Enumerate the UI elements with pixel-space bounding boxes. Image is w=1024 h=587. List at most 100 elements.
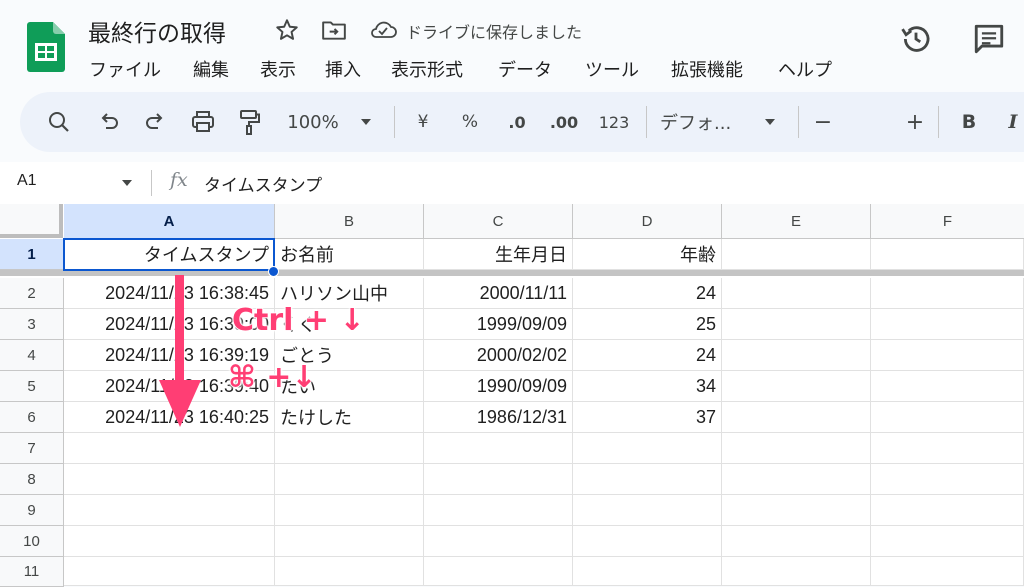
increase-font-size-button[interactable]: + xyxy=(902,92,928,152)
formula-input[interactable]: タイムスタンプ xyxy=(204,171,322,196)
cell-f6[interactable] xyxy=(871,402,1024,433)
cell-c4[interactable]: 2000/02/02 xyxy=(424,340,573,371)
row-header-5[interactable]: 5 xyxy=(0,371,64,402)
cell-e2[interactable] xyxy=(722,278,871,309)
cell-c6[interactable]: 1986/12/31 xyxy=(424,402,573,433)
comments-icon[interactable] xyxy=(972,22,1006,56)
search-menus-icon[interactable] xyxy=(44,92,74,152)
cell-e8[interactable] xyxy=(722,464,871,495)
zoom-select[interactable]: 100% xyxy=(282,92,344,152)
cell-c10[interactable] xyxy=(424,526,573,557)
cell-d11[interactable] xyxy=(573,557,722,586)
cell-d4[interactable]: 24 xyxy=(573,340,722,371)
star-icon[interactable] xyxy=(274,17,300,43)
cell-f4[interactable] xyxy=(871,340,1024,371)
cell-e1[interactable] xyxy=(722,239,871,270)
print-icon[interactable] xyxy=(188,92,218,152)
cell-a9[interactable] xyxy=(64,495,275,526)
cell-e9[interactable] xyxy=(722,495,871,526)
cell-f3[interactable] xyxy=(871,309,1024,340)
cloud-saved-icon[interactable] xyxy=(368,18,398,40)
percent-format-button[interactable]: % xyxy=(455,92,485,152)
redo-icon[interactable] xyxy=(140,92,170,152)
row-header-4[interactable]: 4 xyxy=(0,340,64,371)
row-header-9[interactable]: 9 xyxy=(0,495,64,526)
cell-f8[interactable] xyxy=(871,464,1024,495)
cell-e5[interactable] xyxy=(722,371,871,402)
cell-b8[interactable] xyxy=(275,464,424,495)
version-history-icon[interactable] xyxy=(899,22,933,56)
cell-d10[interactable] xyxy=(573,526,722,557)
paint-format-icon[interactable] xyxy=(234,92,264,152)
menu-insert[interactable]: 挿入 xyxy=(325,56,361,82)
cell-f11[interactable] xyxy=(871,557,1024,586)
more-formats-button[interactable]: 123 xyxy=(594,92,634,152)
row-header-1[interactable]: 1 xyxy=(0,239,64,270)
select-all-corner[interactable] xyxy=(0,204,63,238)
column-header-d[interactable]: D xyxy=(573,204,722,239)
menu-view[interactable]: 表示 xyxy=(260,56,296,82)
menu-tools[interactable]: ツール xyxy=(585,56,639,82)
cell-c2[interactable]: 2000/11/11 xyxy=(424,278,573,309)
cell-d9[interactable] xyxy=(573,495,722,526)
decrease-font-size-button[interactable]: − xyxy=(810,92,836,152)
zoom-dropdown-icon[interactable] xyxy=(356,92,376,152)
cell-b10[interactable] xyxy=(275,526,424,557)
cell-d5[interactable]: 34 xyxy=(573,371,722,402)
row-header-10[interactable]: 10 xyxy=(0,526,64,557)
name-box[interactable]: A1 xyxy=(17,172,37,190)
menu-help[interactable]: ヘルプ xyxy=(778,56,832,82)
cell-c11[interactable] xyxy=(424,557,573,586)
cell-c9[interactable] xyxy=(424,495,573,526)
bold-button[interactable]: B xyxy=(956,92,982,152)
cell-d6[interactable]: 37 xyxy=(573,402,722,433)
cell-d3[interactable]: 25 xyxy=(573,309,722,340)
cell-a10[interactable] xyxy=(64,526,275,557)
fill-handle[interactable] xyxy=(268,266,279,277)
cell-d7[interactable] xyxy=(573,433,722,464)
cell-c3[interactable]: 1999/09/09 xyxy=(424,309,573,340)
cell-f1[interactable] xyxy=(871,239,1024,270)
cell-e4[interactable] xyxy=(722,340,871,371)
cell-f5[interactable] xyxy=(871,371,1024,402)
cell-e7[interactable] xyxy=(722,433,871,464)
cell-f9[interactable] xyxy=(871,495,1024,526)
decrease-decimal-button[interactable]: .0 xyxy=(500,92,534,152)
column-header-e[interactable]: E xyxy=(722,204,871,239)
menu-file[interactable]: ファイル xyxy=(89,56,161,82)
column-header-a[interactable]: A xyxy=(64,204,275,239)
row-header-7[interactable]: 7 xyxy=(0,433,64,464)
column-header-f[interactable]: F xyxy=(871,204,1024,239)
column-header-c[interactable]: C xyxy=(424,204,573,239)
cell-a7[interactable] xyxy=(64,433,275,464)
document-title[interactable]: 最終行の取得 xyxy=(88,14,226,48)
currency-format-button[interactable]: ¥ xyxy=(408,92,438,152)
row-header-11[interactable]: 11 xyxy=(0,557,64,587)
cell-b6[interactable]: たけした xyxy=(275,402,424,433)
cell-c7[interactable] xyxy=(424,433,573,464)
cell-b9[interactable] xyxy=(275,495,424,526)
menu-data[interactable]: データ xyxy=(498,56,552,82)
cell-e10[interactable] xyxy=(722,526,871,557)
cell-e11[interactable] xyxy=(722,557,871,586)
menu-format[interactable]: 表示形式 xyxy=(391,56,463,82)
font-family-select[interactable]: デフォ... xyxy=(660,92,750,152)
cell-b7[interactable] xyxy=(275,433,424,464)
cell-f7[interactable] xyxy=(871,433,1024,464)
cell-f10[interactable] xyxy=(871,526,1024,557)
menu-edit[interactable]: 編集 xyxy=(193,56,229,82)
italic-button[interactable]: I xyxy=(1002,92,1024,152)
cell-e6[interactable] xyxy=(722,402,871,433)
column-header-b[interactable]: B xyxy=(275,204,424,239)
row-header-6[interactable]: 6 xyxy=(0,402,64,433)
cell-f2[interactable] xyxy=(871,278,1024,309)
undo-icon[interactable] xyxy=(94,92,124,152)
row-header-2[interactable]: 2 xyxy=(0,278,64,309)
row-header-3[interactable]: 3 xyxy=(0,309,64,340)
cell-a8[interactable] xyxy=(64,464,275,495)
cell-e3[interactable] xyxy=(722,309,871,340)
sheets-logo-icon[interactable] xyxy=(27,22,65,72)
row-header-8[interactable]: 8 xyxy=(0,464,64,495)
name-box-dropdown-icon[interactable] xyxy=(120,176,134,190)
cell-d1[interactable]: 年齢 xyxy=(573,239,722,270)
